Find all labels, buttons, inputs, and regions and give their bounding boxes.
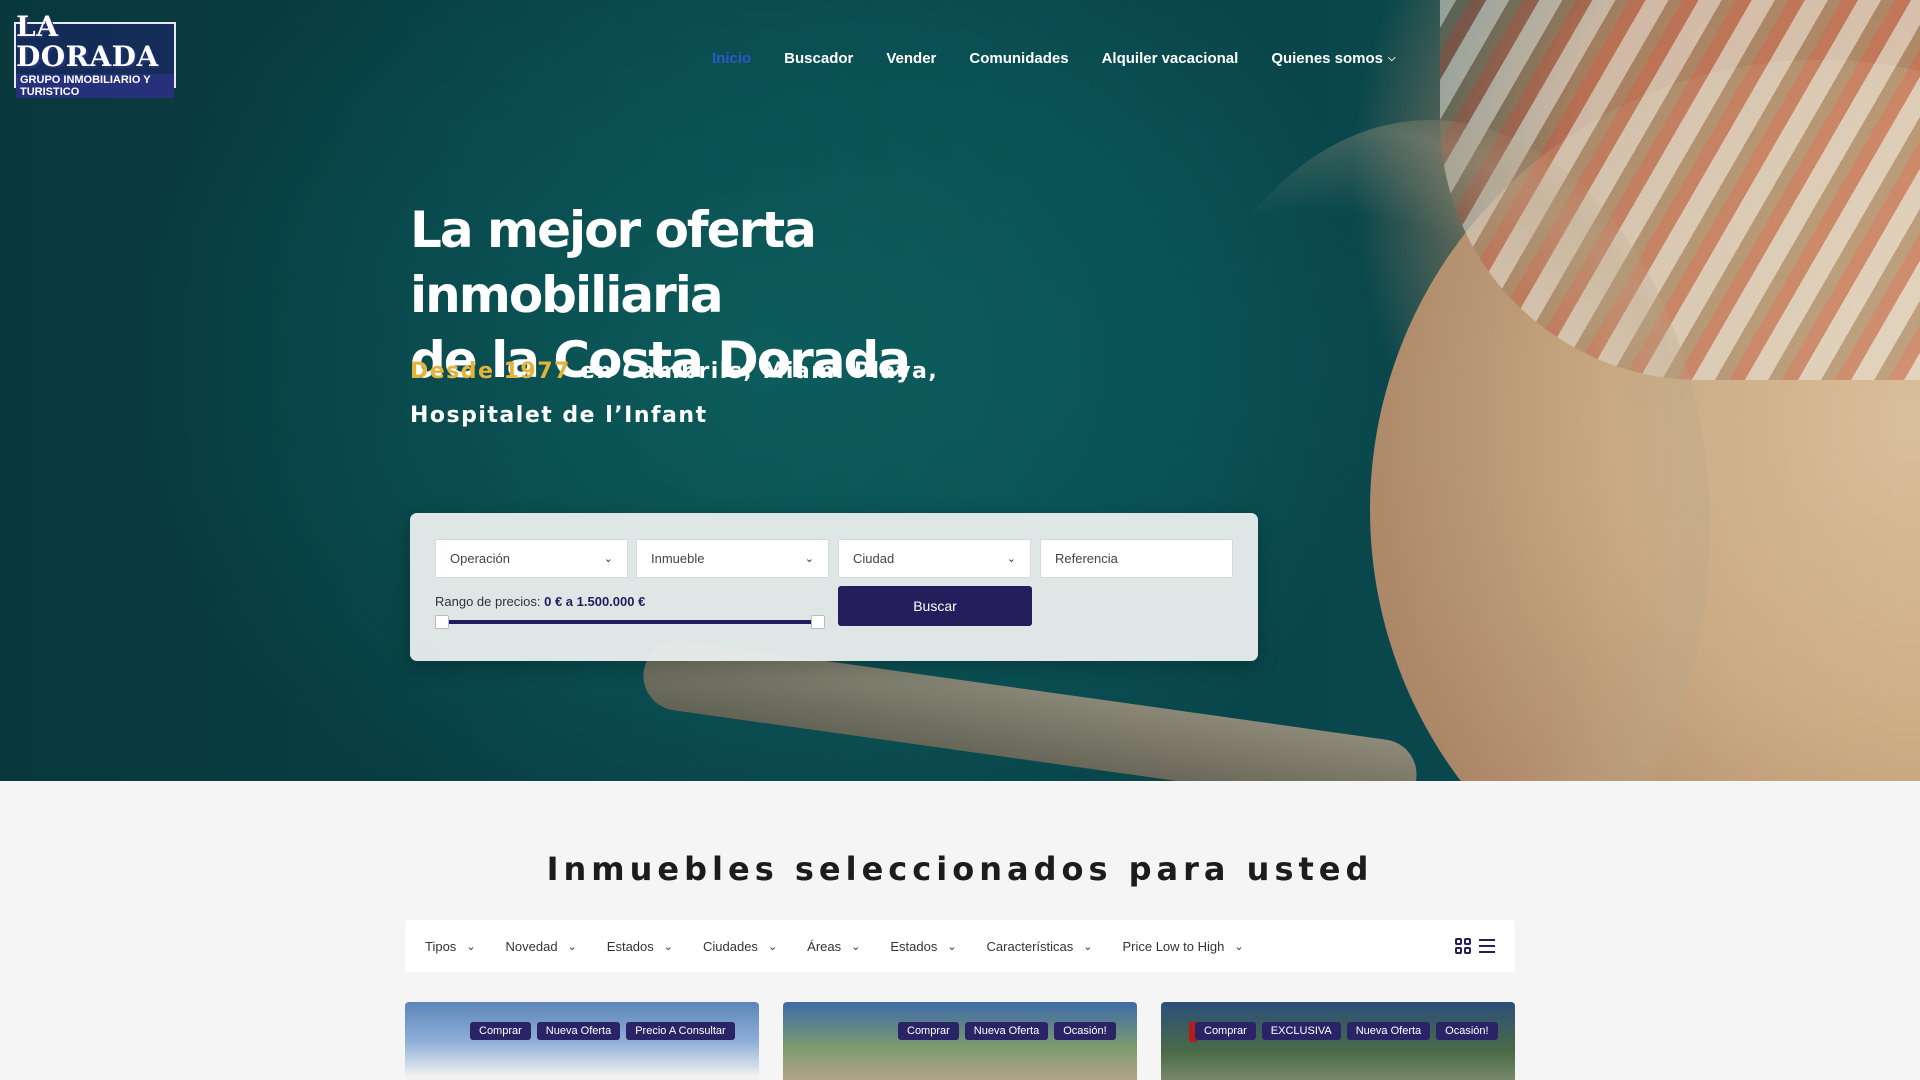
chevron-down-icon: ⌄ [663, 940, 673, 953]
grid-view-icon[interactable] [1455, 938, 1471, 954]
filter-areas[interactable]: Áreas ⌄ [807, 939, 860, 954]
hero-subtitle: Desde 1977 en Cambrils, Miami Playa, Hos… [410, 350, 1090, 438]
filter-label: Áreas [807, 938, 842, 954]
badge-nueva-oferta: Nueva Oferta [964, 1022, 1049, 1040]
chevron-down-icon: ⌵ [1388, 53, 1396, 64]
price-max-handle[interactable] [811, 615, 825, 629]
filter-label: Estados [890, 938, 938, 954]
badge-comprar: Comprar [1195, 1022, 1256, 1040]
filter-novedad[interactable]: Novedad ⌄ [506, 939, 577, 954]
filter-sort-price[interactable]: Price Low to High ⌄ [1122, 939, 1243, 954]
filter-estados-2[interactable]: Estados ⌄ [890, 939, 956, 954]
badge-comprar: Comprar [470, 1022, 531, 1040]
nav-item-alquiler-vacacional[interactable]: Alquiler vacacional [1102, 50, 1239, 67]
chevron-down-icon: ⌄ [1234, 940, 1244, 953]
nav-item-buscador[interactable]: Buscador [784, 50, 853, 67]
chevron-down-icon: ⌄ [767, 940, 778, 953]
inmueble-select[interactable]: Inmueble ⌄ [636, 539, 829, 578]
list-view-icon[interactable] [1479, 938, 1495, 954]
card-badges: Comprar EXCLUSIVA Nueva Oferta Ocasión! [1195, 1022, 1498, 1040]
search-panel: Operación ⌄ Inmueble ⌄ Ciudad ⌄ Referenc… [410, 513, 1258, 661]
filter-label: Tipos [425, 938, 457, 954]
filter-ciudades[interactable]: Ciudades ⌄ [703, 939, 777, 954]
property-card[interactable]: Comprar EXCLUSIVA Nueva Oferta Ocasión! [1161, 1002, 1515, 1080]
badge-ocasion: Ocasión! [1054, 1022, 1116, 1040]
ciudad-select[interactable]: Ciudad ⌄ [838, 539, 1031, 578]
chevron-down-icon: ⌄ [1006, 553, 1016, 565]
chevron-down-icon: ⌄ [947, 940, 957, 953]
filter-label: Estados [606, 938, 654, 954]
chevron-down-icon: ⌄ [851, 940, 861, 953]
nav-item-inicio[interactable]: Inicio [712, 50, 751, 67]
chevron-down-icon: ⌄ [603, 553, 613, 565]
price-range-track[interactable] [442, 620, 822, 624]
inmueble-select-label: Inmueble [651, 551, 705, 566]
ciudad-select-label: Ciudad [853, 551, 895, 566]
badge-precio-a-consultar: Precio A Consultar [626, 1022, 735, 1040]
hero-subtitle-accent: Desde 1977 [410, 359, 571, 384]
chevron-down-icon: ⌄ [466, 940, 476, 953]
operacion-select-label: Operación [450, 551, 510, 566]
logo-subtitle: GRUPO INMOBILIARIO Y TURISTICO [16, 74, 174, 98]
search-button[interactable]: Buscar [838, 586, 1032, 626]
property-card[interactable]: Comprar Nueva Oferta Precio A Consultar [405, 1002, 759, 1080]
badge-nueva-oferta: Nueva Oferta [536, 1022, 621, 1040]
view-toggle [1455, 938, 1495, 954]
section-title: Inmuebles seleccionados para usted [546, 850, 1374, 888]
card-badges: Comprar Nueva Oferta Ocasión! [898, 1022, 1116, 1040]
logo-title: LA DORADA [16, 10, 159, 73]
main-nav: Inicio Buscador Vender Comunidades Alqui… [712, 50, 1429, 67]
filter-label: Price Low to High [1122, 938, 1225, 954]
nav-item-quienes-somos-label: Quienes somos [1271, 50, 1384, 67]
filter-label: Ciudades [703, 938, 758, 954]
price-range-caption: Rango de precios: [435, 594, 545, 609]
nav-item-vender[interactable]: Vender [886, 50, 936, 67]
hero-title-line1: La mejor oferta inmobiliaria [410, 201, 817, 324]
price-min-handle[interactable] [435, 615, 449, 629]
chevron-down-icon: ⌄ [804, 553, 814, 565]
property-card[interactable]: Comprar Nueva Oferta Ocasión! [783, 1002, 1137, 1080]
filter-caracteristicas[interactable]: Características ⌄ [987, 939, 1093, 954]
badge-nueva-oferta: Nueva Oferta [1346, 1022, 1431, 1040]
chevron-down-icon: ⌄ [567, 940, 577, 953]
nav-item-comunidades[interactable]: Comunidades [969, 50, 1068, 67]
site-logo[interactable]: LA DORADA GRUPO INMOBILIARIO Y TURISTICO [14, 12, 176, 98]
card-badges: Comprar Nueva Oferta Precio A Consultar [470, 1022, 735, 1040]
price-range-value: 0 € a 1.500.000 € [544, 594, 646, 609]
referencia-input[interactable]: Referencia [1040, 539, 1233, 578]
price-range-label: Rango de precios: 0 € a 1.500.000 € [435, 594, 645, 609]
filter-label: Novedad [505, 938, 558, 954]
filter-bar: Tipos ⌄ Novedad ⌄ Estados ⌄ Ciudades ⌄ Áreas… [405, 920, 1515, 972]
filter-label: Características [986, 938, 1074, 954]
badge-comprar: Comprar [898, 1022, 959, 1040]
badge-exclusiva: EXCLUSIVA [1261, 1022, 1341, 1040]
filter-estados[interactable]: Estados ⌄ [607, 939, 673, 954]
referencia-placeholder: Referencia [1055, 551, 1118, 566]
filter-tipos[interactable]: Tipos ⌄ [425, 939, 476, 954]
operacion-select[interactable]: Operación ⌄ [435, 539, 628, 578]
chevron-down-icon: ⌄ [1083, 940, 1093, 953]
nav-item-quienes-somos[interactable]: Quienes somos ⌵ [1271, 50, 1395, 67]
badge-ocasion: Ocasión! [1436, 1022, 1498, 1040]
